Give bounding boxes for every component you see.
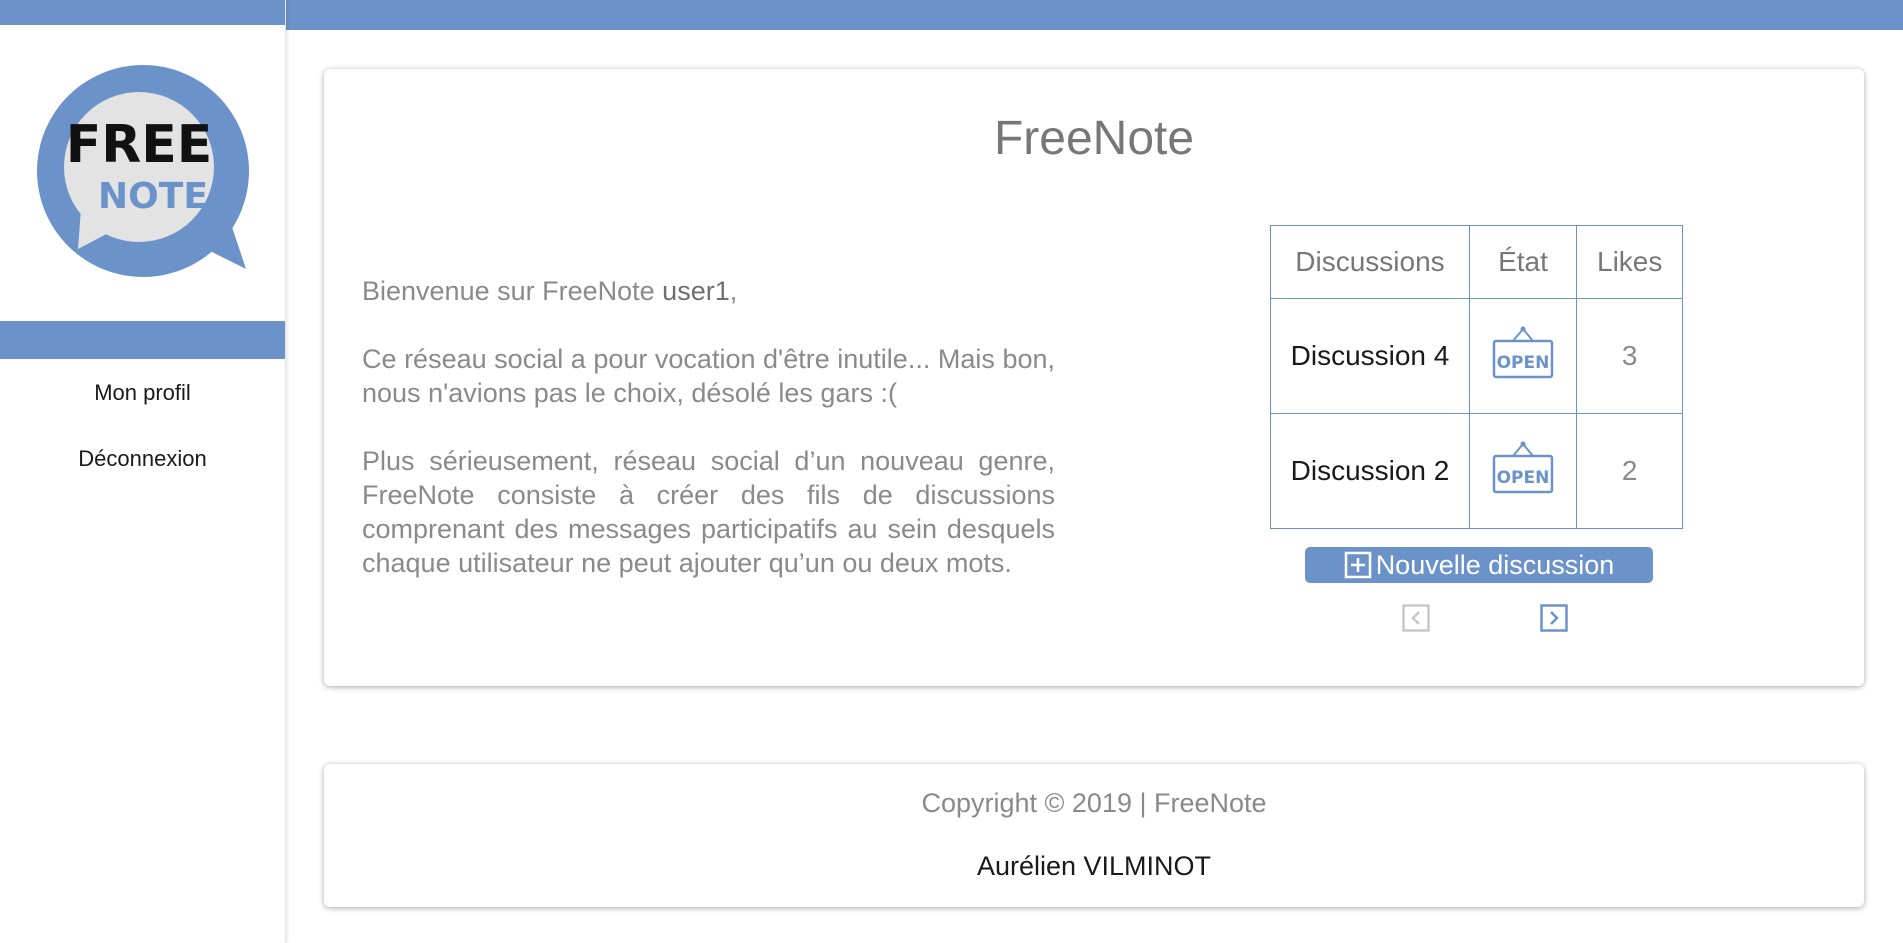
new-discussion-label: Nouvelle discussion [1375,549,1615,580]
greeting: Bienvenue sur FreeNote user1, [362,274,1055,308]
discussion-name[interactable]: Discussion 4 [1270,298,1470,414]
chevron-left-icon[interactable] [1402,604,1430,632]
logo-text-free: FREE [66,115,213,175]
column-header-likes: Likes [1575,225,1684,299]
username: user1 [662,276,730,306]
column-header-discussions: Discussions [1270,225,1470,299]
intro-text: Bienvenue sur FreeNote user1, Ce réseau … [362,274,1055,614]
state-cell: OPEN [1469,413,1577,529]
open-sign-label: OPEN [1497,468,1550,488]
greeting-suffix: , [729,276,738,306]
intro-paragraph-3: Plus sérieusement, réseau social d’un no… [362,446,1055,578]
sidebar-gap [0,25,285,30]
open-sign-label: OPEN [1497,353,1550,373]
sidebar-item-mon-profil[interactable]: Mon profil [0,380,285,406]
footer-author: Aurélien VILMINOT [976,851,1212,881]
freenote-logo[interactable]: FREE NOTE [36,64,251,279]
sidebar-top-strip [0,0,285,25]
footer-copyright: Copyright © 2019 | FreeNote [921,788,1267,818]
plus-square-icon [1344,551,1371,579]
table-header-row: Discussions État Likes [1270,225,1684,299]
greeting-prefix: Bienvenue sur FreeNote [362,276,663,306]
likes-count: 3 [1575,298,1684,414]
open-sign-icon: OPEN [1492,441,1554,493]
sidebar: FREE NOTE Mon profil Déconnexion [0,0,286,943]
discussion-name[interactable]: Discussion 2 [1270,413,1470,529]
likes-count: 2 [1575,413,1684,529]
table-row[interactable]: Discussion 2 OPEN 2 [1270,413,1684,529]
sidebar-item-deconnexion[interactable]: Déconnexion [0,446,285,472]
main-card: FreeNote Bienvenue sur FreeNote user1, C… [324,69,1864,686]
chevron-right-icon[interactable] [1540,604,1568,632]
state-cell: OPEN [1469,298,1577,414]
page-title: FreeNote [993,112,1195,165]
intro-paragraph-2: Ce réseau social a pour vocation d'être … [362,344,1055,408]
table-row[interactable]: Discussion 4 OPEN 3 [1270,298,1684,414]
sidebar-band [0,321,285,359]
column-header-etat: État [1469,225,1577,299]
footer-card: Copyright © 2019 | FreeNote Aurélien VIL… [324,764,1864,907]
logo-text-note: NOTE [98,176,208,217]
open-sign-icon: OPEN [1492,326,1554,378]
discussions-table: Discussions État Likes Discussion 4 OPEN… [1270,225,1684,529]
new-discussion-button[interactable]: Nouvelle discussion [1305,547,1653,583]
